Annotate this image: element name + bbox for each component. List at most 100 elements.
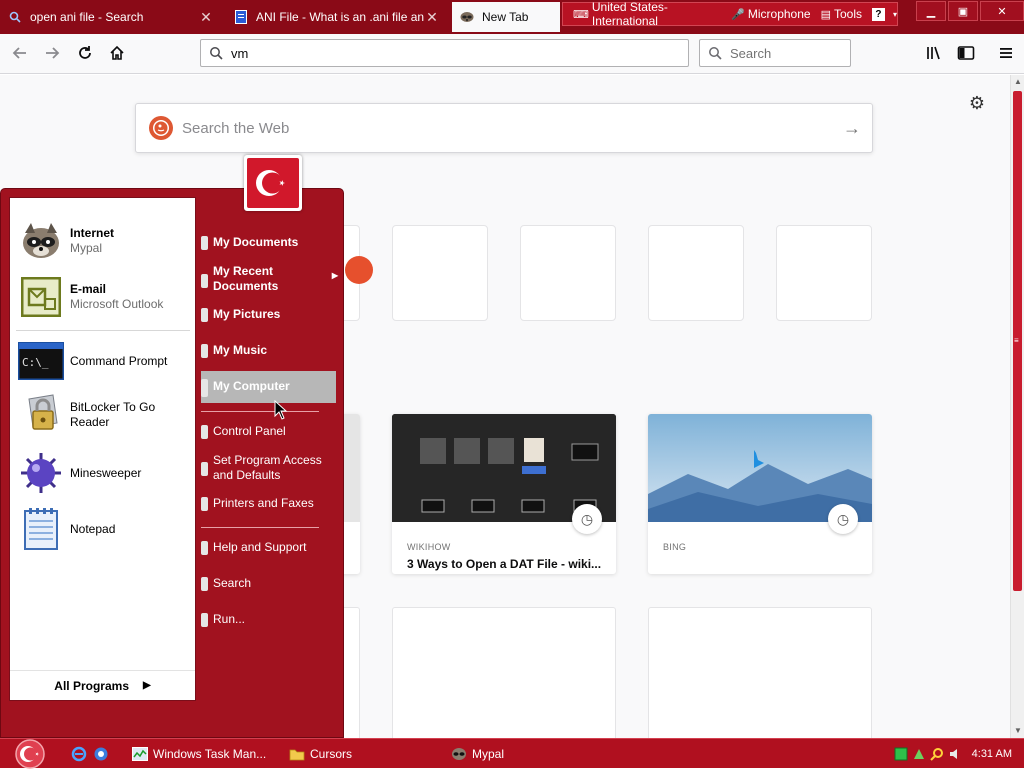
search-icon <box>201 577 208 591</box>
tools-button[interactable]: ▤ Tools <box>821 7 862 21</box>
start-item-label: BitLocker To Go Reader <box>70 400 156 429</box>
start-place-my-computer[interactable]: My Computer <box>201 371 336 403</box>
system-label: Set Program Access and Defaults <box>213 453 322 482</box>
start-item-minesweeper[interactable]: Minesweeper <box>18 450 194 496</box>
network-icon[interactable] <box>894 747 908 761</box>
tab-ani-file[interactable]: ANI File - What is an .ani file an ✕ <box>226 2 448 32</box>
scroll-down-icon[interactable]: ▼ <box>1011 724 1024 738</box>
reload-icon <box>79 46 91 59</box>
sidebar-button[interactable] <box>952 39 980 67</box>
start-item-email[interactable]: E-mail Microsoft Outlook <box>18 274 194 320</box>
start-item-subtitle: Mypal <box>70 241 103 255</box>
search-bar[interactable]: Search <box>699 39 851 67</box>
restore-button[interactable]: ▣ <box>948 1 978 21</box>
separator <box>201 411 319 412</box>
arrow-right-icon: ▶ <box>143 680 151 691</box>
forward-arrow-icon <box>46 47 60 59</box>
help-label: Search <box>213 576 252 590</box>
quicklaunch-browser[interactable] <box>92 745 110 763</box>
settings-button[interactable]: ⚙ <box>966 93 988 115</box>
start-item-label: Command Prompt <box>70 353 168 368</box>
place-label: My Recent Documents <box>213 264 279 293</box>
highlight-thumbnail: ◷ <box>392 414 616 534</box>
separator <box>16 330 190 331</box>
search-input[interactable]: Search <box>730 46 771 61</box>
help-label: Help and Support <box>213 540 307 554</box>
scroll-up-icon[interactable]: ▲ <box>1011 75 1024 89</box>
start-place-my-documents[interactable]: My Documents <box>201 235 336 250</box>
hamburger-icon <box>1000 48 1012 58</box>
close-icon[interactable]: ✕ <box>198 9 214 26</box>
start-set-program-access[interactable]: Set Program Access and Defaults <box>201 453 336 483</box>
vertical-scrollbar[interactable]: ▲ ≡ ▼ <box>1010 75 1024 738</box>
home-button[interactable] <box>103 39 131 67</box>
mouse-cursor-icon <box>274 400 288 420</box>
start-button[interactable] <box>12 739 48 769</box>
user-avatar[interactable] <box>244 155 302 211</box>
folder-icon <box>289 746 305 762</box>
start-item-notepad[interactable]: Notepad <box>18 506 194 552</box>
top-site-tile[interactable] <box>392 225 488 321</box>
raccoon-icon <box>451 746 467 762</box>
library-button[interactable] <box>920 39 948 67</box>
start-place-my-pictures[interactable]: My Pictures <box>201 307 336 322</box>
top-site-tile[interactable] <box>648 225 744 321</box>
back-button[interactable] <box>6 39 34 67</box>
start-place-my-recent-documents[interactable]: My Recent Documents ▶ <box>201 264 338 294</box>
taskbar-button-cursors[interactable]: Cursors <box>285 742 352 766</box>
close-window-button[interactable]: ✕ <box>980 1 1024 21</box>
terminal-icon: C:\_ <box>18 338 64 384</box>
help-button[interactable]: ? <box>871 7 885 21</box>
top-site-tile[interactable] <box>776 225 872 321</box>
start-printers-and-faxes[interactable]: Printers and Faxes <box>201 496 336 511</box>
start-item-bitlocker[interactable]: BitLocker To Go Reader <box>18 392 194 438</box>
navigation-toolbar: vm Search <box>0 34 1024 74</box>
start-item-internet[interactable]: Internet Mypal <box>18 218 194 264</box>
pictures-icon <box>201 308 208 322</box>
browser-icon <box>94 747 108 761</box>
help-icon: ? <box>871 7 885 21</box>
taskbar-button-task-manager[interactable]: Windows Task Man... <box>128 742 266 766</box>
gear-icon: ⚙ <box>968 93 986 113</box>
tab-new-tab[interactable]: New Tab <box>452 2 560 32</box>
tab-title: ANI File - What is an .ani file an <box>256 10 424 24</box>
microphone-button[interactable]: 🎤 Microphone <box>731 7 810 21</box>
control-panel-icon <box>201 425 208 439</box>
langbar-options-button[interactable]: ▾ <box>893 10 897 19</box>
top-site-tile[interactable] <box>520 225 616 321</box>
start-item-command-prompt[interactable]: C:\_ Command Prompt <box>18 338 194 384</box>
start-run[interactable]: Run... <box>201 612 336 627</box>
safely-remove-icon[interactable] <box>912 747 926 761</box>
submenu-arrow-icon: ▶ <box>331 271 338 280</box>
all-programs-button[interactable]: All Programs ▶ <box>10 670 195 700</box>
tab-search[interactable]: open ani file - Search ✕ <box>0 2 222 32</box>
web-search-input[interactable]: Search the Web <box>182 120 832 137</box>
keyboard-layout[interactable]: ⌨ United States-International <box>573 0 721 28</box>
library-icon <box>927 46 940 60</box>
close-icon[interactable]: ✕ <box>424 9 440 26</box>
start-orb-icon <box>15 739 45 769</box>
reload-button[interactable] <box>71 39 99 67</box>
highlight-card-wikihow[interactable]: ◷ WIKIHOW 3 Ways to Open a DAT File - wi… <box>392 414 616 574</box>
menu-button[interactable] <box>992 39 1020 67</box>
start-place-my-music[interactable]: My Music <box>201 343 336 358</box>
highlight-card-bing[interactable]: ◷ BING <box>648 414 872 574</box>
url-input[interactable]: vm <box>231 46 248 61</box>
volume-icon[interactable] <box>948 747 962 761</box>
search-tray-icon[interactable] <box>929 747 944 761</box>
url-bar[interactable]: vm <box>200 39 689 67</box>
empty-highlight-slot <box>392 607 616 738</box>
minimize-button[interactable]: ▁ <box>916 1 946 21</box>
start-control-panel[interactable]: Control Panel <box>201 424 336 439</box>
clock-icon: ◷ <box>572 504 602 534</box>
taskbar-button-mypal[interactable]: Mypal <box>447 742 504 766</box>
start-help-and-support[interactable]: Help and Support <box>201 540 336 555</box>
tray-clock[interactable]: 4:31 AM <box>972 748 1012 760</box>
arrow-right-icon[interactable]: → <box>832 118 872 139</box>
start-search[interactable]: Search <box>201 576 336 591</box>
task-manager-icon <box>132 746 148 762</box>
highlight-thumbnail: ◷ <box>648 414 872 534</box>
web-search-box[interactable]: Search the Web → <box>135 103 873 153</box>
quicklaunch-ie[interactable] <box>70 745 88 763</box>
forward-button[interactable] <box>38 39 66 67</box>
